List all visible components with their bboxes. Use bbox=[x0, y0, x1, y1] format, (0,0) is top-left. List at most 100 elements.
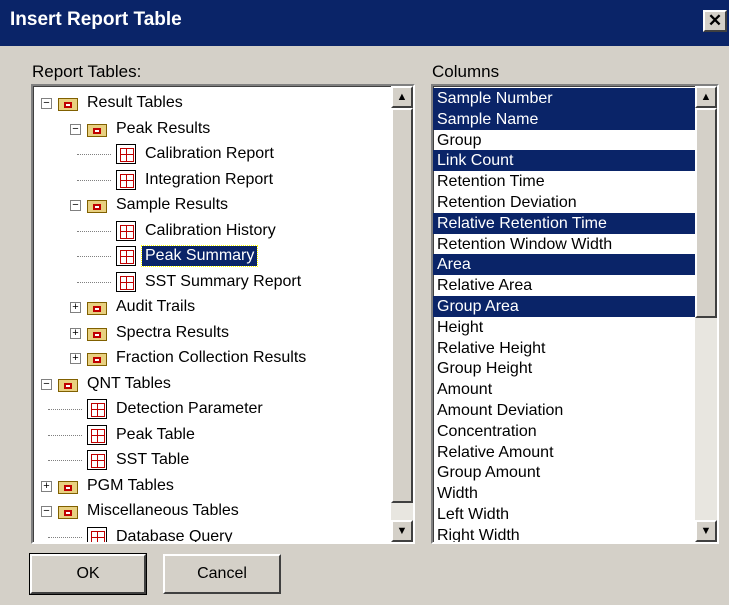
column-list-item[interactable]: Group Height bbox=[433, 358, 695, 379]
tree-item-label: Fraction Collection Results bbox=[116, 349, 307, 366]
tree-connector bbox=[48, 434, 82, 436]
report-icon bbox=[116, 144, 136, 164]
tree-connector bbox=[77, 256, 111, 257]
tree-item-label: Calibration History bbox=[145, 221, 276, 239]
tree-connector bbox=[48, 536, 82, 538]
tree-item-label: Spectra Results bbox=[116, 323, 229, 341]
folder-icon bbox=[87, 350, 107, 366]
column-list-item[interactable]: Height bbox=[433, 317, 695, 338]
column-list-item[interactable]: Retention Time bbox=[433, 171, 695, 192]
tree-expander-minus-icon[interactable]: − bbox=[41, 378, 52, 390]
tree-item[interactable]: Audit Trails bbox=[87, 294, 198, 320]
columns-scroll-down-button[interactable]: ▼ bbox=[695, 520, 717, 542]
columns-label: Columns bbox=[432, 62, 500, 81]
tree-scroll-down-button[interactable]: ▼ bbox=[391, 520, 413, 542]
tree-expander-plus-icon[interactable]: + bbox=[70, 302, 81, 313]
tree-item[interactable]: PGM Tables bbox=[58, 473, 177, 499]
dialog-title: Insert Report Table bbox=[10, 9, 182, 30]
tree-item-label: Result Tables bbox=[87, 94, 183, 111]
tree-item[interactable]: Fraction Collection Results bbox=[87, 345, 309, 371]
tree-item-label: SST Table bbox=[116, 451, 190, 468]
tree-item-label: Miscellaneous Tables bbox=[87, 502, 239, 519]
column-list-item[interactable]: Amount Deviation bbox=[433, 400, 695, 421]
tree-item-label: Integration Report bbox=[145, 170, 274, 188]
arrow-up-icon: ▲ bbox=[700, 91, 712, 103]
tree-item[interactable]: QNT Tables bbox=[58, 371, 174, 397]
tree-expander-plus-icon[interactable]: + bbox=[70, 327, 81, 339]
tree-scroll-up-button[interactable]: ▲ bbox=[391, 86, 413, 108]
column-list-item[interactable]: Retention Deviation bbox=[433, 192, 695, 213]
tree-item[interactable]: SST Table bbox=[87, 447, 192, 473]
tree-scrollbar[interactable]: ▲ ▼ bbox=[391, 86, 413, 542]
tree-item[interactable]: Spectra Results bbox=[87, 320, 232, 346]
tree-item[interactable]: Peak Table bbox=[87, 422, 198, 448]
tree-item-label: Audit Trails bbox=[116, 298, 196, 315]
columns-scrollbar[interactable]: ▲ ▼ bbox=[695, 86, 717, 542]
column-list-item[interactable]: Concentration bbox=[433, 421, 695, 442]
report-icon bbox=[87, 424, 107, 445]
column-list-item[interactable]: Relative Area bbox=[433, 275, 695, 296]
tree-expander-minus-icon[interactable]: − bbox=[70, 200, 81, 211]
column-list-item[interactable]: Sample Number bbox=[433, 88, 695, 109]
columns-scroll-up-button[interactable]: ▲ bbox=[695, 86, 717, 108]
folder-icon bbox=[58, 478, 78, 494]
report-icon bbox=[87, 526, 107, 542]
columns-scroll-thumb[interactable] bbox=[695, 108, 717, 318]
tree-item[interactable]: Integration Report bbox=[116, 167, 276, 193]
column-list-item[interactable]: Area bbox=[433, 254, 695, 276]
column-list-item[interactable]: Group Area bbox=[433, 296, 695, 317]
columns-list[interactable]: Sample Number Sample Name Group Link Count R… bbox=[431, 84, 719, 544]
tree-scroll-thumb[interactable] bbox=[391, 108, 413, 503]
ok-button[interactable]: OK bbox=[29, 553, 147, 595]
column-list-item[interactable]: Relative Height bbox=[433, 338, 695, 359]
tree-expander-plus-icon[interactable]: + bbox=[70, 353, 81, 364]
tree-item-label: Peak Table bbox=[116, 425, 195, 443]
tree-connector bbox=[77, 179, 111, 181]
tree-item-label: Peak Results bbox=[116, 119, 211, 137]
tree-expander-minus-icon[interactable]: − bbox=[41, 98, 52, 109]
tree-item[interactable]: Peak Summary bbox=[116, 243, 259, 269]
column-list-item[interactable]: Left Width bbox=[433, 504, 695, 525]
tree-item-label: Sample Results bbox=[116, 196, 229, 213]
tree-item[interactable]: Sample Results bbox=[87, 192, 231, 218]
report-icon bbox=[87, 450, 107, 470]
report-icon bbox=[116, 246, 136, 266]
report-tables-tree[interactable]: − Result Tables − Peak Results Calibration R… bbox=[31, 84, 415, 544]
tree-expander-minus-icon[interactable]: − bbox=[70, 123, 81, 135]
column-list-item[interactable]: Group bbox=[433, 130, 695, 151]
tree-item[interactable]: Detection Parameter bbox=[87, 396, 266, 422]
column-list-item[interactable]: Group Amount bbox=[433, 462, 695, 483]
report-icon bbox=[116, 271, 136, 292]
tree-item[interactable]: Peak Results bbox=[87, 116, 213, 142]
cancel-button[interactable]: Cancel bbox=[163, 554, 281, 594]
close-icon: ✕ bbox=[707, 11, 723, 30]
column-list-item[interactable]: Sample Name bbox=[433, 108, 695, 130]
tree-expander-plus-icon[interactable]: + bbox=[41, 480, 52, 492]
tree-item-label: PGM Tables bbox=[87, 476, 174, 494]
tree-item[interactable]: Result Tables bbox=[58, 90, 186, 116]
arrow-up-icon: ▲ bbox=[396, 91, 408, 103]
column-list-item[interactable]: Width bbox=[433, 483, 695, 504]
tree-connector bbox=[77, 230, 111, 232]
column-list-item[interactable]: Relative Amount bbox=[433, 442, 695, 463]
title-bar[interactable]: Insert Report Table ✕ bbox=[0, 0, 729, 46]
close-button[interactable]: ✕ bbox=[703, 10, 727, 32]
insert-report-table-dialog: Insert Report Table ✕ Report Tables: Col… bbox=[0, 0, 729, 605]
column-list-item[interactable]: Right Width bbox=[433, 525, 695, 542]
tree-item[interactable]: Calibration Report bbox=[116, 141, 277, 167]
tree-item[interactable]: Miscellaneous Tables bbox=[58, 498, 242, 524]
column-list-item[interactable]: Amount bbox=[433, 379, 695, 400]
column-list-item[interactable]: Relative Retention Time bbox=[433, 212, 695, 234]
column-list-item[interactable]: Link Count bbox=[433, 150, 695, 172]
tree-item[interactable]: Calibration History bbox=[116, 218, 279, 244]
arrow-down-icon: ▼ bbox=[396, 525, 408, 537]
column-list-item[interactable]: Retention Window Width bbox=[433, 234, 695, 255]
tree-connector bbox=[48, 460, 82, 461]
report-icon bbox=[116, 169, 136, 190]
tree-connector bbox=[77, 154, 111, 155]
tree-item[interactable]: Database Query bbox=[87, 524, 236, 542]
tree-item[interactable]: SST Summary Report bbox=[116, 269, 304, 295]
tree-expander-minus-icon[interactable]: − bbox=[41, 506, 52, 517]
folder-icon bbox=[87, 121, 107, 137]
folder-icon bbox=[58, 503, 78, 519]
